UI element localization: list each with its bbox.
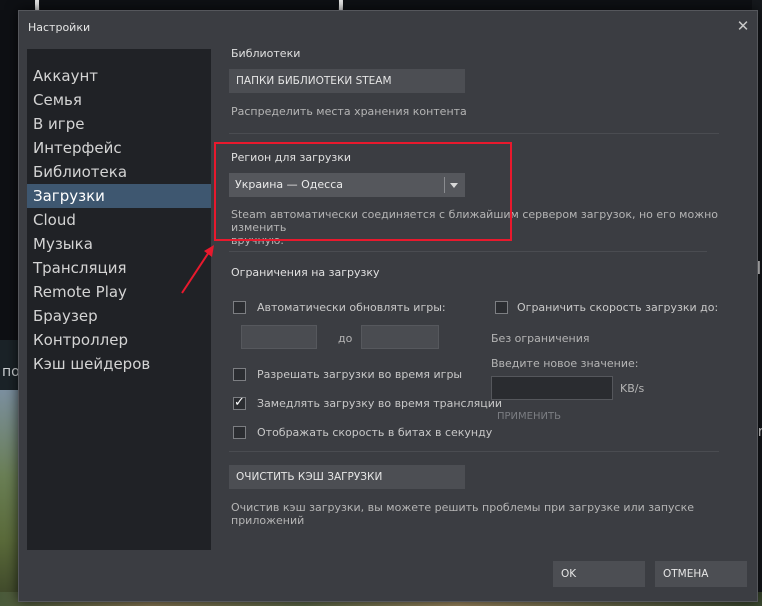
sidebar-item-in-game[interactable]: В игре: [27, 112, 211, 136]
libraries-heading: Библиотеки: [231, 47, 301, 60]
show-speed-in-bits-checkbox[interactable]: [233, 426, 246, 439]
arrow-annotation-icon: [181, 245, 214, 294]
sidebar-item-cloud[interactable]: Cloud: [27, 208, 211, 232]
limit-speed-checkbox[interactable]: [495, 301, 508, 314]
clear-download-cache-button[interactable]: ОЧИСТИТЬ КЭШ ЗАГРУЗКИ: [229, 465, 465, 489]
speed-unit-label: KB/s: [620, 382, 645, 395]
libraries-description: Распределить места хранения контента: [231, 105, 467, 118]
downloads-settings-panel: Библиотеки ПАПКИ БИБЛИОТЕКИ STEAM Распре…: [219, 41, 755, 561]
sidebar-item-downloads[interactable]: Загрузки: [27, 184, 211, 208]
auto-update-end-time[interactable]: [361, 325, 439, 349]
allow-downloads-during-game-label: Разрешать загрузки во время игры: [257, 368, 463, 381]
show-speed-in-bits-label: Отображать скорость в битах в секунду: [257, 426, 493, 439]
settings-dialog: Настройки ✕ Аккаунт Семья В игре Интерфе…: [18, 10, 758, 602]
sidebar-item-controller[interactable]: Контроллер: [27, 328, 211, 352]
limit-speed-label: Ограничить скорость загрузки до:: [517, 301, 719, 314]
sidebar-item-interface[interactable]: Интерфейс: [27, 136, 211, 160]
divider: [229, 251, 707, 252]
sidebar-item-shader-cache[interactable]: Кэш шейдеров: [27, 352, 211, 376]
steam-library-folders-button[interactable]: ПАПКИ БИБЛИОТЕКИ STEAM: [229, 69, 465, 93]
sidebar-item-account[interactable]: Аккаунт: [27, 64, 211, 88]
sidebar-item-family[interactable]: Семья: [27, 88, 211, 112]
speed-limit-input[interactable]: [491, 376, 613, 400]
highlight-box: [214, 142, 512, 241]
title-bar[interactable]: Настройки ✕: [19, 11, 757, 41]
apply-button[interactable]: ПРИМЕНИТЬ: [497, 411, 561, 422]
window-title: Настройки: [28, 21, 91, 34]
auto-update-start-time[interactable]: [241, 325, 317, 349]
auto-update-checkbox[interactable]: [233, 301, 246, 314]
auto-update-label: Автоматически обновлять игры:: [257, 301, 446, 314]
download-limits-heading: Ограничения на загрузку: [231, 266, 380, 279]
divider: [229, 451, 719, 452]
clear-cache-description: Очистив кэш загрузки, вы можете решить п…: [231, 501, 695, 527]
divider: [229, 133, 719, 134]
throttle-during-streaming-label: Замедлять загрузку во время трансляции: [257, 397, 503, 410]
time-range-to-label: до: [338, 332, 353, 345]
close-icon[interactable]: ✕: [736, 19, 750, 34]
enter-value-label: Введите новое значение:: [491, 357, 639, 370]
ok-button[interactable]: OK: [553, 561, 645, 587]
no-limit-label: Без ограничения: [491, 332, 590, 345]
sidebar-item-browser[interactable]: Браузер: [27, 304, 211, 328]
cancel-button[interactable]: ОТМЕНА: [655, 561, 747, 587]
allow-downloads-during-game-checkbox[interactable]: [233, 368, 246, 381]
sidebar-item-library[interactable]: Библиотека: [27, 160, 211, 184]
throttle-during-streaming-checkbox[interactable]: [233, 395, 246, 410]
